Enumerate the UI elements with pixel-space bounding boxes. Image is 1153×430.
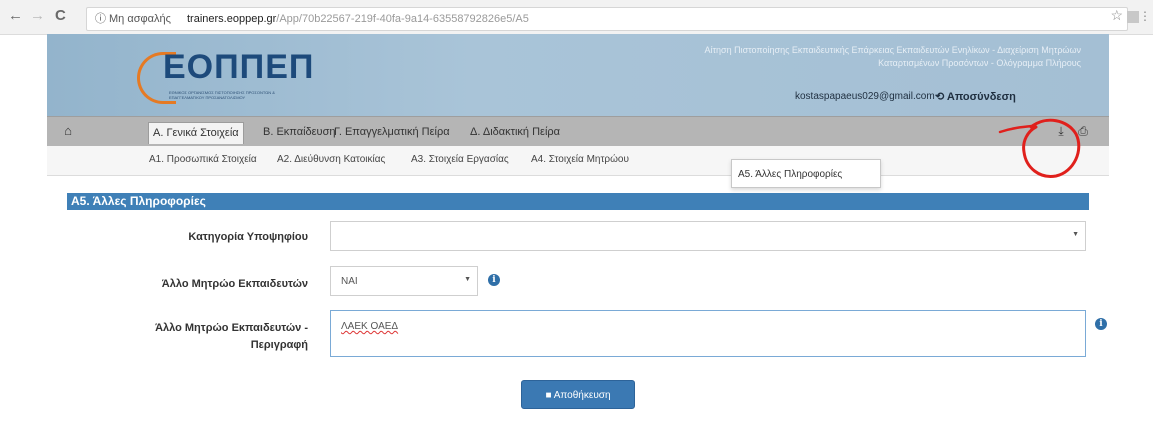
category-label: Κατηγορία Υποψηφίου (188, 231, 308, 243)
registry-select[interactable]: ΝΑΙ ▼ (330, 266, 478, 296)
site-info-icon[interactable]: ⓘ (95, 8, 106, 30)
site-header: ΕΟΠΠΕΠ ΕΘΝΙΚΟΣ ΟΡΓΑΝΙΣΜΟΣ ΠΙΣΤΟΠΟΙΗΣΗΣ Π… (47, 34, 1109, 116)
subtab-registry-info[interactable]: Α4. Στοιχεία Μητρώου (531, 154, 629, 165)
save-icon: ■ (545, 390, 552, 401)
subtab-home-address[interactable]: Α2. Διεύθυνση Κατοικίας (277, 154, 385, 165)
logo-text: ΕΟΠΠΕΠ (163, 48, 315, 86)
info-icon[interactable]: i (488, 274, 500, 286)
url-host: trainers.eoppep.gr (187, 13, 277, 25)
security-label: Μη ασφαλής (109, 13, 171, 25)
url-path: /App/70b22567-219f-40fa-9a14-63558792826… (276, 13, 529, 25)
chevron-down-icon: ▼ (1072, 231, 1079, 238)
save-button-label: Αποθήκευση (553, 390, 611, 401)
header-title: Αίτηση Πιστοποίησης Εκπαιδευτικής Επάρκε… (704, 45, 1081, 68)
reload-icon[interactable]: C (55, 7, 66, 24)
subtab-work-info[interactable]: Α3. Στοιχεία Εργασίας (411, 154, 509, 165)
forward-icon[interactable]: → (30, 7, 45, 24)
registry-value: ΝΑΙ (341, 276, 358, 287)
tab-education[interactable]: Β. Εκπαίδευση (259, 122, 339, 143)
browser-menu-icon[interactable]: ⋮ (1139, 9, 1151, 23)
description-value: ΛΑΕΚ ΟΑΕΔ (341, 321, 399, 332)
logout-label: Αποσύνδεση (946, 91, 1016, 103)
user-email: kostaspapaeus029@gmail.com (795, 91, 935, 102)
bookmark-star-icon[interactable]: ☆ (1110, 7, 1123, 24)
address-bar[interactable]: ⓘ Μη ασφαλής trainers.eoppep.gr/App/70b2… (86, 7, 1128, 31)
eoppep-logo[interactable]: ΕΟΠΠΕΠ ΕΘΝΙΚΟΣ ΟΡΓΑΝΙΣΜΟΣ ΠΙΣΤΟΠΟΙΗΣΗΣ Π… (133, 44, 313, 106)
section-header: Α5. Άλλες Πληροφορίες (67, 193, 1089, 210)
info-icon[interactable]: i (1095, 318, 1107, 330)
home-icon[interactable]: ⌂ (59, 123, 77, 141)
logout-icon: ⟲ (935, 91, 945, 103)
description-label: Άλλο Μητρώο Εκπαιδευτών - Περιγραφή (100, 320, 308, 354)
print-icon[interactable]: ⎙ (1074, 122, 1092, 140)
tab-professional-experience[interactable]: Γ. Επαγγελματική Πείρα (330, 122, 454, 143)
subtab-personal-info[interactable]: Α1. Προσωπικά Στοιχεία (149, 154, 257, 165)
url-text: trainers.eoppep.gr/App/70b22567-219f-40f… (187, 8, 529, 30)
main-nav: ⌂ Α. Γενικά Στοιχεία Β. Εκπαίδευση Γ. Επ… (47, 116, 1109, 147)
extension-icon[interactable] (1127, 11, 1139, 23)
browser-toolbar: ← → C ⓘ Μη ασφαλής trainers.eoppep.gr/Ap… (0, 0, 1153, 35)
save-button[interactable]: ■ Αποθήκευση (521, 380, 635, 409)
chevron-down-icon: ▼ (464, 276, 471, 283)
logo-subtitle: ΕΘΝΙΚΟΣ ΟΡΓΑΝΙΣΜΟΣ ΠΙΣΤΟΠΟΙΗΣΗΣ ΠΡΟΣΟΝΤΩ… (169, 90, 275, 100)
sub-nav: Α1. Προσωπικά Στοιχεία Α2. Διεύθυνση Κατ… (47, 146, 1109, 176)
back-icon[interactable]: ← (8, 7, 23, 24)
download-icon[interactable]: ⤓ (1052, 122, 1070, 140)
description-label-line-2: Περιγραφή (250, 339, 308, 351)
description-textarea[interactable]: ΛΑΕΚ ΟΑΕΔ (330, 310, 1086, 357)
tab-teaching-experience[interactable]: Δ. Διδακτική Πείρα (466, 122, 564, 143)
subtab-other-info[interactable]: Α5. Άλλες Πληροφορίες (731, 159, 881, 188)
registry-label: Άλλο Μητρώο Εκπαιδευτών (161, 278, 308, 290)
logout-link[interactable]: ⟲ Αποσύνδεση (935, 90, 1016, 103)
category-select[interactable]: ▼ (330, 221, 1086, 251)
tab-general-info[interactable]: Α. Γενικά Στοιχεία (148, 122, 244, 144)
description-label-line-1: Άλλο Μητρώο Εκπαιδευτών - (155, 322, 308, 334)
section-title: Α5. Άλλες Πληροφορίες (71, 194, 206, 208)
